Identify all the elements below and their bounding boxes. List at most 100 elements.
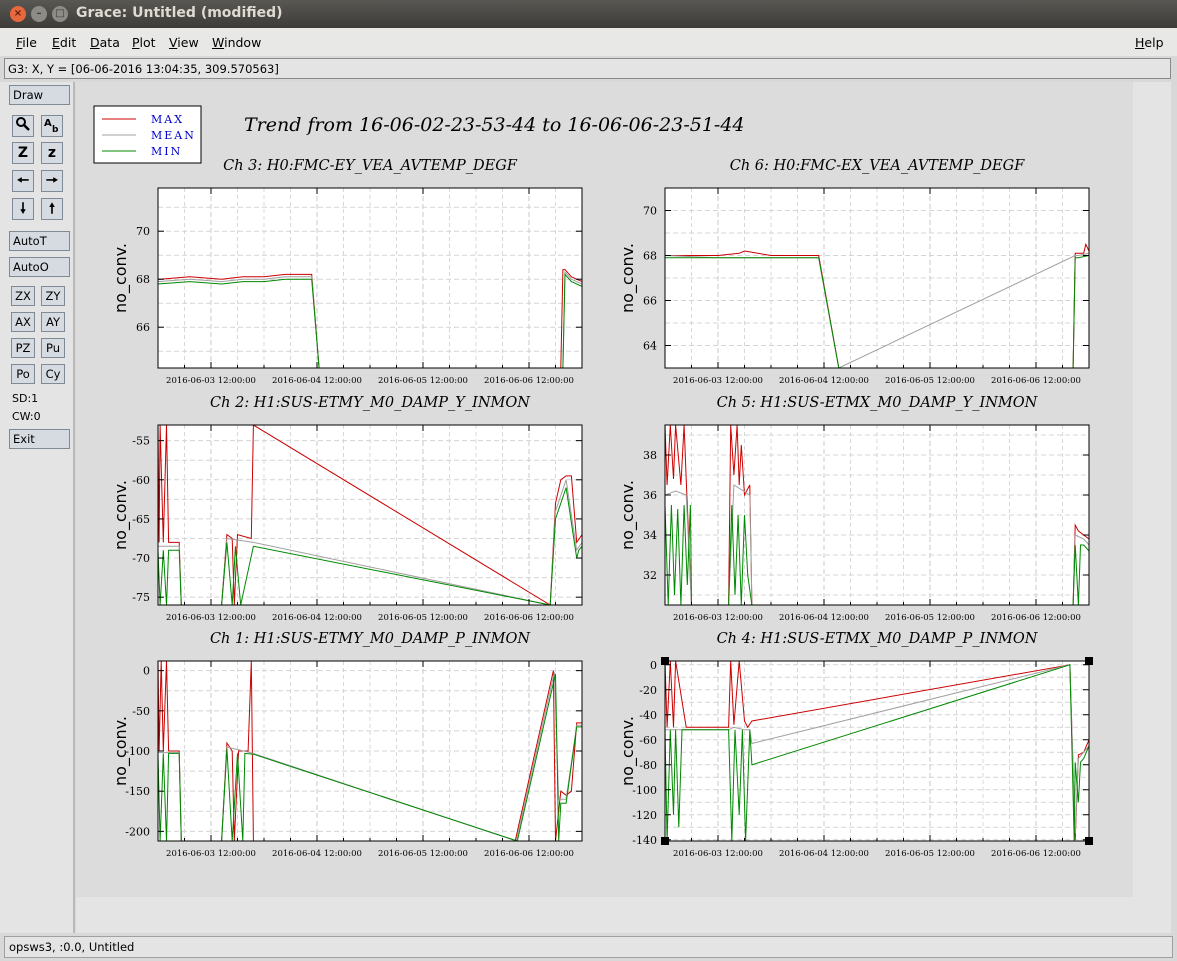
arrow-right-icon: 🠖 [45,173,59,189]
zy-button[interactable]: ZY [41,286,65,306]
x-tick-label: 2016-06-06 12:00:00 [484,849,574,859]
plot-6: Ch 4: H1:SUS-ETMX_M0_DAMP_P_INMON -140 -12… [618,631,1093,859]
sd-label: SD:1 [12,392,39,405]
x-tick-label: 2016-06-04 12:00:00 [272,376,362,386]
scroll-up-button[interactable]: 🠕 [41,198,63,220]
y-tick-label: 66 [136,321,150,334]
status-text: opsws3, :0.0, Untitled [9,940,135,954]
scroll-left-button[interactable]: 🠔 [12,170,34,192]
x-tick-label: 2016-06-05 12:00:00 [885,376,975,386]
autot-button[interactable]: AutoT [9,231,70,251]
window-titlebar: × – □ Grace: Untitled (modified) [0,0,1177,28]
plot-area [665,661,1089,841]
pz-button[interactable]: PZ [11,338,35,358]
y-tick-label: -140 [632,834,657,847]
plot-title: Ch 1: H1:SUS-ETMY_M0_DAMP_P_INMON [210,631,531,647]
y-tick-label: -20 [639,684,657,697]
y-tick-label: 36 [643,489,657,502]
x-tick-label: 2016-06-05 12:00:00 [378,849,468,859]
po-button[interactable]: Po [11,364,35,384]
y-tick-label: -65 [132,513,150,526]
plot-canvas-area[interactable]: MAX MEAN MIN Trend from 16-06-02-23-53-4… [76,82,1171,933]
selection-handle [1085,837,1093,845]
plot-title: Ch 3: H0:FMC-EY_VEA_AVTEMP_DEGF [223,158,518,174]
zoom-z-small-button[interactable]: z [41,142,63,164]
menu-edit[interactable]: Edit [52,35,76,50]
window-minimize-button[interactable]: – [31,6,47,22]
exit-button[interactable]: Exit [9,429,70,449]
plot-3: Ch 2: H1:SUS-ETMY_M0_DAMP_Y_INMON -75 -70 -… [111,395,583,623]
ay-button[interactable]: AY [41,312,65,332]
plot-title: Ch 4: H1:SUS-ETMX_M0_DAMP_P_INMON [717,631,1039,647]
autoo-button[interactable]: AutoO [9,257,70,277]
x-tick-label: 2016-06-03 12:00:00 [166,613,256,623]
y-tick-label: -80 [639,759,657,772]
cy-button[interactable]: Cy [41,364,65,384]
legend-label-min: MIN [151,145,182,158]
selection-handle [661,657,669,665]
menu-plot[interactable]: Plot [132,35,156,50]
y-tick-label: 38 [643,449,657,462]
zoom-z-big-button[interactable]: Z [12,142,34,164]
menu-file[interactable]: File [16,35,37,50]
legend-label-max: MAX [151,113,184,126]
y-tick-label: 66 [643,295,657,308]
y-axis-label: no_conv. [618,716,638,786]
x-tick-label: 2016-06-04 12:00:00 [779,849,869,859]
y-tick-label: 0 [143,665,150,678]
x-tick-label: 2016-06-04 12:00:00 [272,849,362,859]
y-tick-label: -75 [132,591,150,604]
y-tick-label: 64 [643,340,657,353]
y-axis-label: no_conv. [618,243,638,313]
text-tool-icon: A b [44,118,59,135]
y-tick-label: 70 [136,225,150,238]
y-tick-label: -120 [632,809,657,822]
y-tick-label: 70 [643,205,657,218]
plot-2: Ch 6: H0:FMC-EX_VEA_AVTEMP_DEGF 64 66 68 70 2… [618,158,1090,386]
window-title: Grace: Untitled (modified) [76,5,283,21]
magnifier-icon [16,117,30,131]
x-tick-label: 2016-06-05 12:00:00 [378,613,468,623]
scroll-right-button[interactable]: 🠖 [41,170,63,192]
y-tick-label: -55 [132,435,150,448]
x-tick-label: 2016-06-03 12:00:00 [166,376,256,386]
arrow-up-icon: 🠕 [48,201,55,217]
y-axis-label: no_conv. [111,716,131,786]
coordinate-readout: G3: X, Y = [06-06-2016 13:04:35, 309.570… [8,62,279,76]
menu-help[interactable]: Help [1135,35,1164,50]
y-tick-label: -70 [132,552,150,565]
chart-title: Trend from 16-06-02-23-53-44 to 16-06-06… [244,114,745,136]
cw-label: CW:0 [12,410,41,423]
y-axis-label: no_conv. [618,480,638,550]
y-tick-label: -150 [125,785,150,798]
plot-title: Ch 5: H1:SUS-ETMX_M0_DAMP_Y_INMON [717,395,1039,411]
legend-label-mean: MEAN [151,129,196,142]
draw-button[interactable]: Draw [9,85,70,105]
selection-handle [1085,657,1093,665]
x-tick-label: 2016-06-04 12:00:00 [779,376,869,386]
zoom-magnifier-button[interactable] [12,115,34,137]
x-tick-label: 2016-06-06 12:00:00 [991,613,1081,623]
x-tick-label: 2016-06-03 12:00:00 [166,849,256,859]
window-close-button[interactable]: × [10,6,26,22]
x-tick-label: 2016-06-04 12:00:00 [272,613,362,623]
pu-button[interactable]: Pu [41,338,65,358]
y-tick-label: -60 [132,474,150,487]
window-maximize-button[interactable]: □ [52,6,68,22]
zx-button[interactable]: ZX [11,286,35,306]
menu-view[interactable]: View [169,35,199,50]
text-tool-button[interactable]: A b [41,115,63,137]
x-tick-label: 2016-06-05 12:00:00 [378,376,468,386]
x-tick-label: 2016-06-06 12:00:00 [991,849,1081,859]
menu-window[interactable]: Window [212,35,261,50]
y-tick-label: 34 [643,529,657,542]
plot-canvas[interactable]: MAX MEAN MIN Trend from 16-06-02-23-53-4… [76,82,1171,933]
plot-5: Ch 1: H1:SUS-ETMY_M0_DAMP_P_INMON -200 -15… [111,631,583,859]
y-tick-label: -200 [125,825,150,838]
ax-button[interactable]: AX [11,312,35,332]
x-tick-label: 2016-06-06 12:00:00 [484,376,574,386]
tool-panel: Draw A b Z z 🠔 🠖 🠗 🠕 AutoT AutoO ZX ZY A… [0,82,75,933]
menu-data[interactable]: Data [90,35,120,50]
scroll-down-button[interactable]: 🠗 [12,198,34,220]
y-tick-label: 0 [650,659,657,672]
